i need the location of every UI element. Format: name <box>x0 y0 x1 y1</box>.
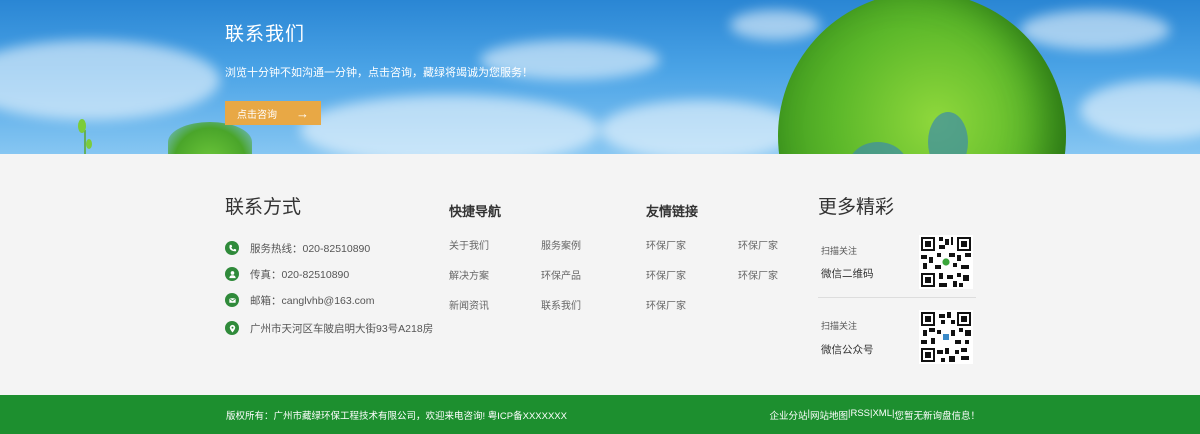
user-icon <box>225 267 239 281</box>
contact-title: 联系方式 <box>225 197 302 218</box>
friend-link[interactable]: 环保厂家 <box>646 267 686 282</box>
contact-banner: 联系我们 浏览十分钟不如沟通一分钟，点击咨询，藏绿将竭诚为您服务！ 点击咨询 → <box>0 0 1200 154</box>
official-account-qr-code-image <box>919 310 973 364</box>
cloud <box>1020 10 1170 50</box>
cloud <box>0 40 220 120</box>
more-title: 更多精彩 <box>818 197 895 218</box>
cloud <box>300 95 600 154</box>
cloud <box>730 10 820 40</box>
contact-phone: 服务热线：020-82510890 <box>225 240 370 256</box>
consult-button-label: 点击咨询 <box>237 109 277 121</box>
grass-tuft-image <box>168 122 252 154</box>
nav-link-news[interactable]: 新闻资讯 <box>449 297 489 312</box>
footer-bar: 版权所有：广州市藏绿环保工程技术有限公司，欢迎来电咨询! 粤ICP备XXXXXX… <box>0 395 1200 434</box>
cloud <box>1080 80 1200 140</box>
nav-link-solutions[interactable]: 解决方案 <box>449 267 489 282</box>
footer-inquiry-notice[interactable]: 您暂无新询盘信息！ <box>894 408 980 422</box>
contact-email: 邮箱：canglvhb@163.com <box>225 292 374 308</box>
consult-button[interactable]: 点击咨询 → <box>225 101 321 125</box>
contact-fax: 传真：020-82510890 <box>225 266 349 282</box>
qr-label-official: 微信公众号 <box>821 344 874 356</box>
qr-label-wechat: 微信二维码 <box>821 268 874 280</box>
mail-icon <box>225 293 239 307</box>
friend-link[interactable]: 环保厂家 <box>646 237 686 252</box>
phone-icon <box>225 241 239 255</box>
friend-link[interactable]: 环保厂家 <box>738 267 778 282</box>
cloud <box>600 100 800 154</box>
footer-link-branches[interactable]: 企业分站 <box>769 408 807 422</box>
location-icon <box>225 321 239 335</box>
nav-link-cases[interactable]: 服务案例 <box>541 237 581 252</box>
nav-link-about[interactable]: 关于我们 <box>449 237 489 252</box>
quick-nav-title: 快捷导航 <box>449 204 502 219</box>
qr-caption: 扫描关注 <box>821 246 858 256</box>
footer-link-xml[interactable]: XML <box>872 408 892 422</box>
fax-text: 传真：020-82510890 <box>250 268 350 281</box>
footer-link-sitemap[interactable]: 网站地图 <box>810 408 848 422</box>
email-text: 邮箱：canglvhb@163.com <box>250 294 375 307</box>
sprout-image <box>78 119 92 154</box>
arrow-right-icon: → <box>296 105 309 121</box>
address-text: 广州市天河区车陂启明大街93号A218房 <box>250 322 434 335</box>
nav-link-products[interactable]: 环保产品 <box>541 267 581 282</box>
footer-links: 企业分站 | 网站地图 | RSS | XML | 您暂无新询盘信息！ <box>769 408 980 422</box>
banner-title: 联系我们 <box>225 24 306 45</box>
qr-caption: 扫描关注 <box>821 321 858 331</box>
friend-links-title: 友情链接 <box>646 204 699 219</box>
friend-link[interactable]: 环保厂家 <box>646 297 686 312</box>
copyright-text: 版权所有：广州市藏绿环保工程技术有限公司，欢迎来电咨询! 粤ICP备XXXXXX… <box>226 411 567 422</box>
nav-link-contact[interactable]: 联系我们 <box>541 297 581 312</box>
footer-link-rss[interactable]: RSS <box>850 408 870 422</box>
friend-link[interactable]: 环保厂家 <box>738 237 778 252</box>
contact-address: 广州市天河区车陂启明大街93号A218房 <box>225 320 433 336</box>
wechat-qr-code-image <box>919 235 973 289</box>
phone-text: 服务热线：020-82510890 <box>250 242 371 255</box>
banner-subtitle: 浏览十分钟不如沟通一分钟，点击咨询，藏绿将竭诚为您服务！ <box>225 67 533 79</box>
divider <box>818 297 976 298</box>
